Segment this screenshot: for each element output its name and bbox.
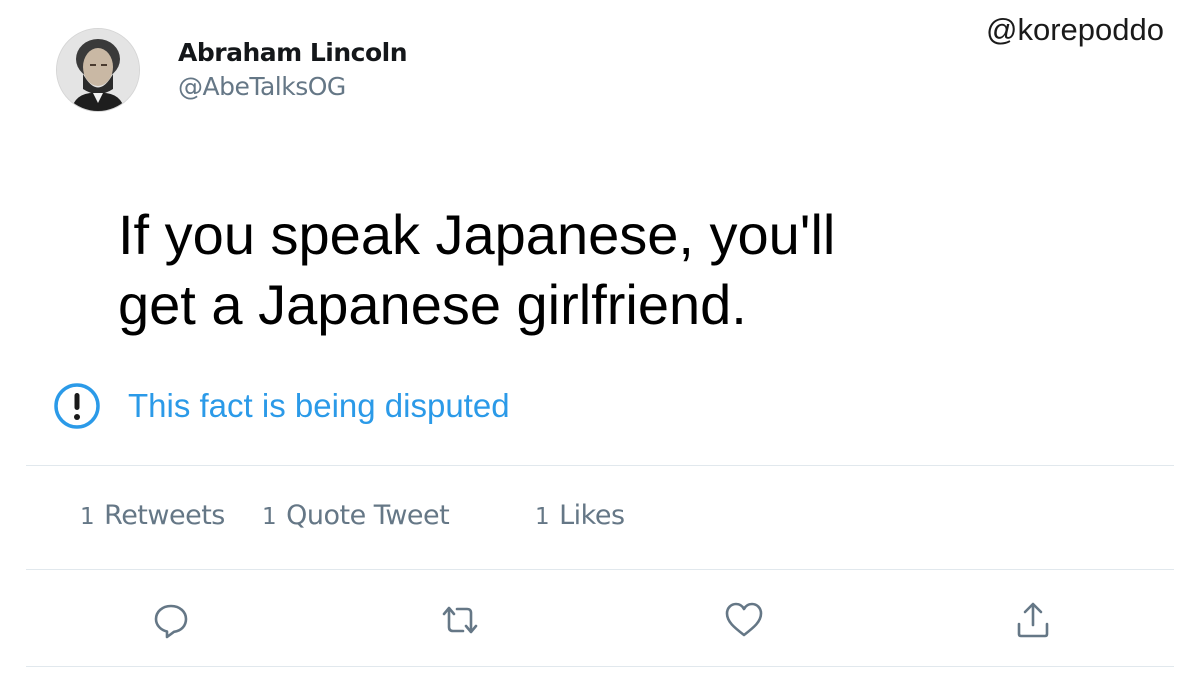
user-names: Abraham Lincoln @AbeTalksOG bbox=[178, 37, 408, 105]
avatar[interactable] bbox=[56, 28, 140, 112]
tweet-stats: 1 Retweets 1 Quote Tweet 1 Likes bbox=[0, 500, 1200, 540]
retweet-button[interactable] bbox=[438, 598, 482, 642]
share-icon bbox=[1017, 602, 1049, 638]
divider bbox=[26, 465, 1174, 466]
watermark: @korepoddo bbox=[986, 12, 1164, 47]
divider bbox=[26, 666, 1174, 667]
likes-label: Likes bbox=[559, 500, 625, 531]
dispute-label[interactable]: This fact is being disputed bbox=[128, 387, 510, 425]
likes-stat[interactable]: 1 Likes bbox=[535, 500, 625, 531]
tweet-actions bbox=[0, 598, 1200, 642]
quote-tweets-stat[interactable]: 1 Quote Tweet bbox=[262, 500, 450, 531]
likes-count: 1 bbox=[535, 504, 550, 530]
heart-icon bbox=[725, 602, 763, 637]
tweet-text-line: get a Japanese girlfriend. bbox=[118, 273, 747, 336]
like-button[interactable] bbox=[722, 598, 766, 642]
user-handle[interactable]: @AbeTalksOG bbox=[178, 69, 407, 105]
dispute-notice[interactable]: This fact is being disputed bbox=[52, 381, 510, 431]
portrait-avatar-icon bbox=[57, 29, 139, 111]
display-name[interactable]: Abraham Lincoln bbox=[178, 37, 408, 69]
retweet-icon bbox=[442, 606, 478, 634]
quote-tweets-count: 1 bbox=[262, 504, 277, 530]
tweet-text: If you speak Japanese, you'll get a Japa… bbox=[118, 200, 1118, 340]
tweet-text-line: If you speak Japanese, you'll bbox=[118, 203, 836, 266]
retweets-stat[interactable]: 1 Retweets bbox=[80, 500, 225, 531]
tweet-header: Abraham Lincoln @AbeTalksOG bbox=[56, 28, 408, 112]
retweets-label: Retweets bbox=[104, 500, 225, 531]
reply-button[interactable] bbox=[149, 598, 193, 642]
divider bbox=[26, 569, 1174, 570]
share-button[interactable] bbox=[1011, 598, 1055, 642]
retweets-count: 1 bbox=[80, 504, 95, 530]
exclamation-circle-icon bbox=[54, 383, 100, 429]
reply-icon bbox=[154, 604, 188, 639]
quote-tweets-label: Quote Tweet bbox=[286, 500, 450, 531]
